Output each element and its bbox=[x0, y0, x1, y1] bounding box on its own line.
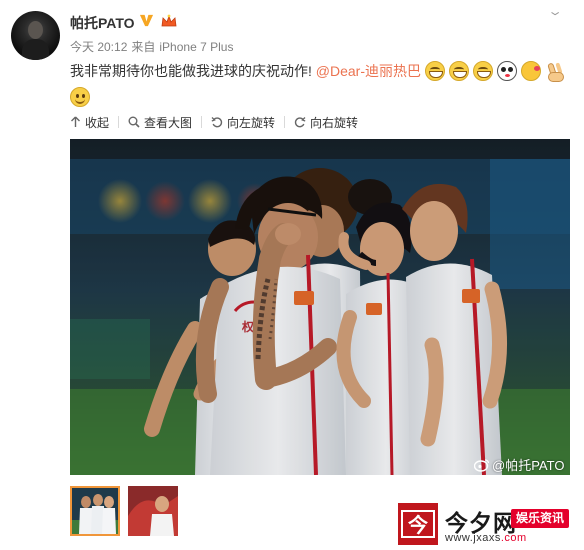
site-url-main: www.jxaxs bbox=[445, 532, 501, 544]
panda-emoji-icon bbox=[496, 61, 517, 81]
search-icon bbox=[128, 116, 140, 128]
post-photo[interactable]: 权 建 bbox=[70, 139, 570, 475]
source-device-link[interactable]: iPhone 7 Plus bbox=[159, 40, 233, 54]
rotate-left-icon bbox=[211, 117, 223, 128]
site-brand-overlay: 今 今夕网 娱乐资讯 www.jxaxs.com bbox=[398, 503, 570, 547]
collapse-label: 收起 bbox=[85, 115, 110, 130]
thumbnail-1-image bbox=[72, 488, 118, 534]
mention-link[interactable]: @Dear-迪丽热巴 bbox=[316, 63, 421, 79]
member-crown-icon[interactable] bbox=[160, 13, 178, 29]
site-url: www.jxaxs.com bbox=[445, 532, 527, 544]
collapse-icon bbox=[71, 116, 80, 127]
site-badge: 娱乐资讯 bbox=[511, 509, 569, 528]
username-link[interactable]: 帕托PATO bbox=[70, 13, 135, 33]
thumbnail-2[interactable] bbox=[128, 486, 178, 536]
rotate-right-icon bbox=[294, 117, 306, 128]
rotate-right-button[interactable]: 向右旋转 bbox=[294, 114, 358, 131]
victory-emoji-icon bbox=[545, 61, 565, 82]
collapse-button[interactable]: 收起 bbox=[70, 114, 109, 131]
post-text: 我非常期待你也能做我进球的庆祝动作! @Dear-迪丽热巴 bbox=[70, 58, 570, 110]
smile-emoji-icon bbox=[70, 87, 90, 107]
rotate-left-label: 向左旋转 bbox=[227, 115, 276, 130]
soccer-celebration-photo: 权 建 bbox=[70, 139, 570, 475]
grin-emoji-icon bbox=[472, 61, 493, 81]
grin-emoji-icon bbox=[424, 61, 445, 81]
verified-badge-icon bbox=[139, 14, 154, 27]
thumbnail-2-image bbox=[128, 486, 178, 536]
site-logo-text: 今 bbox=[408, 513, 429, 537]
post-body: 我非常期待你也能做我进球的庆祝动作! bbox=[70, 63, 312, 79]
photo-watermark: @帕托PATO bbox=[474, 455, 564, 474]
site-logo-emblem-icon: 今 bbox=[398, 503, 438, 545]
photo-watermark-text: @帕托PATO bbox=[492, 458, 565, 473]
view-large-image-label: 查看大图 bbox=[144, 115, 193, 130]
post-meta: 今天 20:12 来自 iPhone 7 Plus bbox=[70, 38, 237, 55]
kiss-emoji-icon bbox=[520, 61, 541, 81]
post-time[interactable]: 今天 20:12 bbox=[70, 40, 127, 54]
image-action-bar: 收起 查看大图 向左旋转 向右旋转 bbox=[70, 112, 570, 132]
more-options-chevron-icon[interactable]: › bbox=[546, 11, 567, 15]
site-logo: 今 bbox=[398, 503, 438, 545]
rotate-right-label: 向右旋转 bbox=[310, 115, 359, 130]
thumbnail-1[interactable] bbox=[70, 486, 120, 536]
rotate-left-button[interactable]: 向左旋转 bbox=[211, 114, 275, 131]
weibo-logo-icon bbox=[474, 458, 490, 472]
view-large-image-button[interactable]: 查看大图 bbox=[128, 114, 192, 131]
site-url-tld: .com bbox=[500, 532, 527, 544]
source-prefix: 来自 bbox=[131, 40, 156, 54]
avatar[interactable] bbox=[11, 11, 60, 60]
grin-emoji-icon bbox=[448, 61, 469, 81]
